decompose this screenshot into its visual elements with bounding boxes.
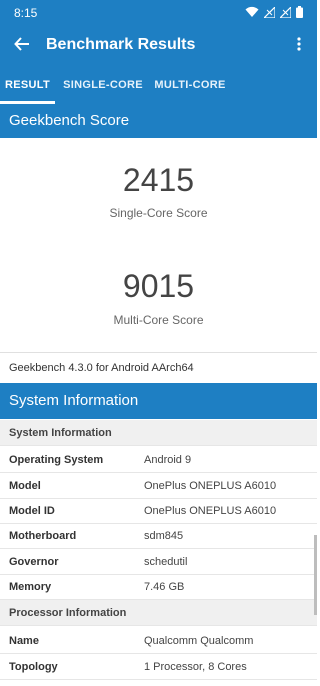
row-memory: Memory 7.46 GB: [0, 574, 317, 600]
row-model: Model OnePlus ONEPLUS A6010: [0, 473, 317, 499]
single-core-label: Single-Core Score: [109, 206, 208, 220]
tab-result[interactable]: RESULT: [0, 66, 55, 104]
row-topology: Topology 1 Processor, 8 Cores: [0, 654, 317, 680]
system-information-header: System Information: [0, 383, 317, 419]
wifi-icon: [245, 6, 259, 18]
status-bar: 8:15: [0, 0, 317, 26]
back-button[interactable]: [10, 34, 34, 58]
multi-core-score: 9015: [122, 268, 195, 304]
row-key: Name: [9, 635, 39, 647]
row-value: OnePlus ONEPLUS A6010: [144, 505, 277, 517]
tab-single-core[interactable]: SINGLE-CORE: [60, 66, 146, 104]
more-vert-icon: [297, 36, 301, 56]
row-key: Memory: [9, 581, 52, 593]
multi-core-label: Multi-Core Score: [113, 313, 204, 327]
row-value: 1 Processor, 8 Cores: [144, 661, 247, 673]
tab-multi-core[interactable]: MULTI-CORE: [152, 66, 228, 104]
row-key: Model: [9, 480, 41, 492]
geekbench-version: Geekbench 4.3.0 for Android AArch64: [0, 352, 317, 383]
row-key: Processor Information: [9, 607, 127, 619]
row-value: Android 9: [144, 454, 192, 466]
row-key: Motherboard: [9, 530, 77, 542]
more-options-button[interactable]: [289, 34, 309, 58]
row-operating-system: Operating System Android 9: [0, 447, 317, 473]
signal-no-sim-icon-2: [280, 6, 291, 18]
row-key: System Information: [9, 427, 112, 439]
single-core-score: 2415: [122, 162, 195, 198]
row-name: Name Qualcomm Qualcomm: [0, 628, 317, 654]
row-value: Qualcomm Qualcomm: [144, 635, 254, 647]
page-title: Benchmark Results: [46, 36, 196, 53]
row-model-id: Model ID OnePlus ONEPLUS A6010: [0, 498, 317, 524]
battery-icon: [296, 6, 303, 18]
row-value: OnePlus ONEPLUS A6010: [144, 480, 277, 492]
row-value: sdm845: [144, 530, 184, 542]
status-icons: [245, 6, 303, 18]
tab-bar: RESULT SINGLE-CORE MULTI-CORE: [0, 66, 317, 104]
row-key: Governor: [9, 556, 59, 568]
group-header-system-information: System Information: [0, 420, 317, 446]
row-motherboard: Motherboard sdm845: [0, 523, 317, 549]
group-header-processor-information: Processor Information: [0, 600, 317, 626]
app-bar: Benchmark Results: [0, 26, 317, 66]
scrollbar[interactable]: [314, 535, 317, 615]
row-value: 7.46 GB: [144, 581, 185, 593]
row-key: Operating System: [9, 454, 104, 466]
status-time: 8:15: [14, 6, 38, 20]
row-governor: Governor schedutil: [0, 549, 317, 575]
row-key: Model ID: [9, 505, 55, 517]
row-key: Topology: [9, 661, 58, 673]
arrow-back-icon: [14, 36, 30, 57]
signal-no-sim-icon: [264, 6, 275, 18]
row-value: schedutil: [144, 556, 188, 568]
geekbench-score-header: Geekbench Score: [0, 104, 317, 138]
